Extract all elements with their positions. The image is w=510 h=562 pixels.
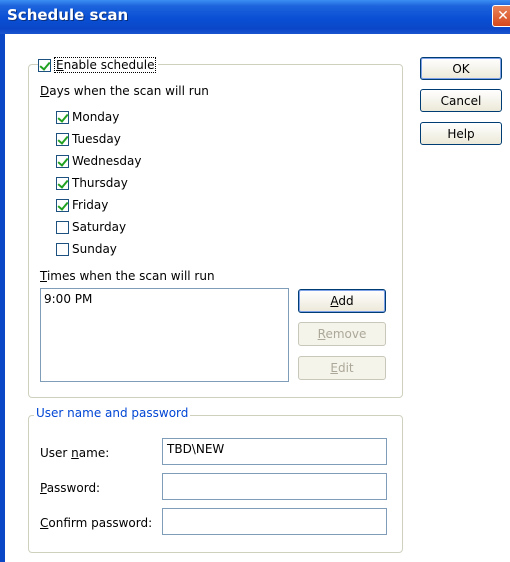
schedule-scan-dialog: Schedule scan ✕ Enable schedule Days whe…: [0, 0, 510, 562]
day-checkbox-friday[interactable]: Friday: [56, 198, 108, 212]
username-input[interactable]: TBD\NEW: [162, 438, 387, 465]
add-button-label: Add: [330, 294, 354, 308]
checkbox-icon[interactable]: [56, 198, 69, 212]
password-label: Password:: [40, 481, 101, 495]
checkbox-icon[interactable]: [56, 132, 69, 146]
day-label: Thursday: [72, 176, 128, 190]
enable-schedule-check-icon[interactable]: [38, 58, 51, 72]
edit-button[interactable]: Edit: [298, 356, 386, 380]
day-checkbox-tuesday[interactable]: Tuesday: [56, 132, 121, 146]
help-button[interactable]: Help: [420, 122, 502, 145]
cancel-button-label: Cancel: [440, 93, 482, 108]
remove-button-label: Remove: [317, 327, 367, 341]
dialog-title: Schedule scan: [7, 6, 129, 24]
days-label: Days when the scan will run: [40, 84, 209, 98]
ok-button[interactable]: OK: [420, 57, 502, 80]
times-listbox[interactable]: 9:00 PM: [40, 288, 289, 382]
edit-button-label: Edit: [330, 361, 354, 375]
remove-button[interactable]: Remove: [298, 322, 386, 346]
checkbox-icon[interactable]: [56, 220, 69, 234]
day-checkbox-wednesday[interactable]: Wednesday: [56, 154, 141, 168]
day-label: Saturday: [72, 220, 127, 234]
confirm-password-input[interactable]: [162, 508, 387, 535]
time-list-item[interactable]: 9:00 PM: [44, 292, 285, 306]
times-label: Times when the scan will run: [40, 269, 215, 283]
checkbox-icon[interactable]: [56, 242, 69, 256]
checkbox-icon[interactable]: [56, 176, 69, 190]
confirm-password-label: Confirm password:: [40, 516, 153, 530]
close-icon: ✕: [497, 8, 509, 24]
day-label: Tuesday: [72, 132, 121, 146]
day-label: Friday: [72, 198, 109, 212]
username-label: User name:: [40, 446, 110, 460]
title-bar[interactable]: Schedule scan ✕: [0, 0, 510, 34]
day-label: Monday: [72, 110, 120, 124]
enable-schedule-checkbox[interactable]: Enable schedule: [38, 57, 159, 73]
checkbox-icon[interactable]: [56, 154, 69, 168]
close-button[interactable]: ✕: [492, 5, 510, 27]
day-checkbox-monday[interactable]: Monday: [56, 110, 119, 124]
day-checkbox-saturday[interactable]: Saturday: [56, 220, 126, 234]
ok-button-label: OK: [452, 61, 470, 76]
password-input[interactable]: [162, 473, 387, 500]
day-label: Sunday: [72, 242, 117, 256]
day-label: Wednesday: [72, 154, 142, 168]
day-checkbox-sunday[interactable]: Sunday: [56, 242, 117, 256]
credentials-legend: User name and password: [34, 406, 191, 420]
help-button-label: Help: [447, 126, 475, 141]
window-left-border: [0, 34, 5, 562]
checkbox-icon[interactable]: [56, 110, 69, 124]
add-button[interactable]: Add: [298, 289, 386, 313]
cancel-button[interactable]: Cancel: [420, 89, 502, 112]
enable-schedule-label: Enable schedule: [54, 57, 157, 73]
day-checkbox-thursday[interactable]: Thursday: [56, 176, 128, 190]
